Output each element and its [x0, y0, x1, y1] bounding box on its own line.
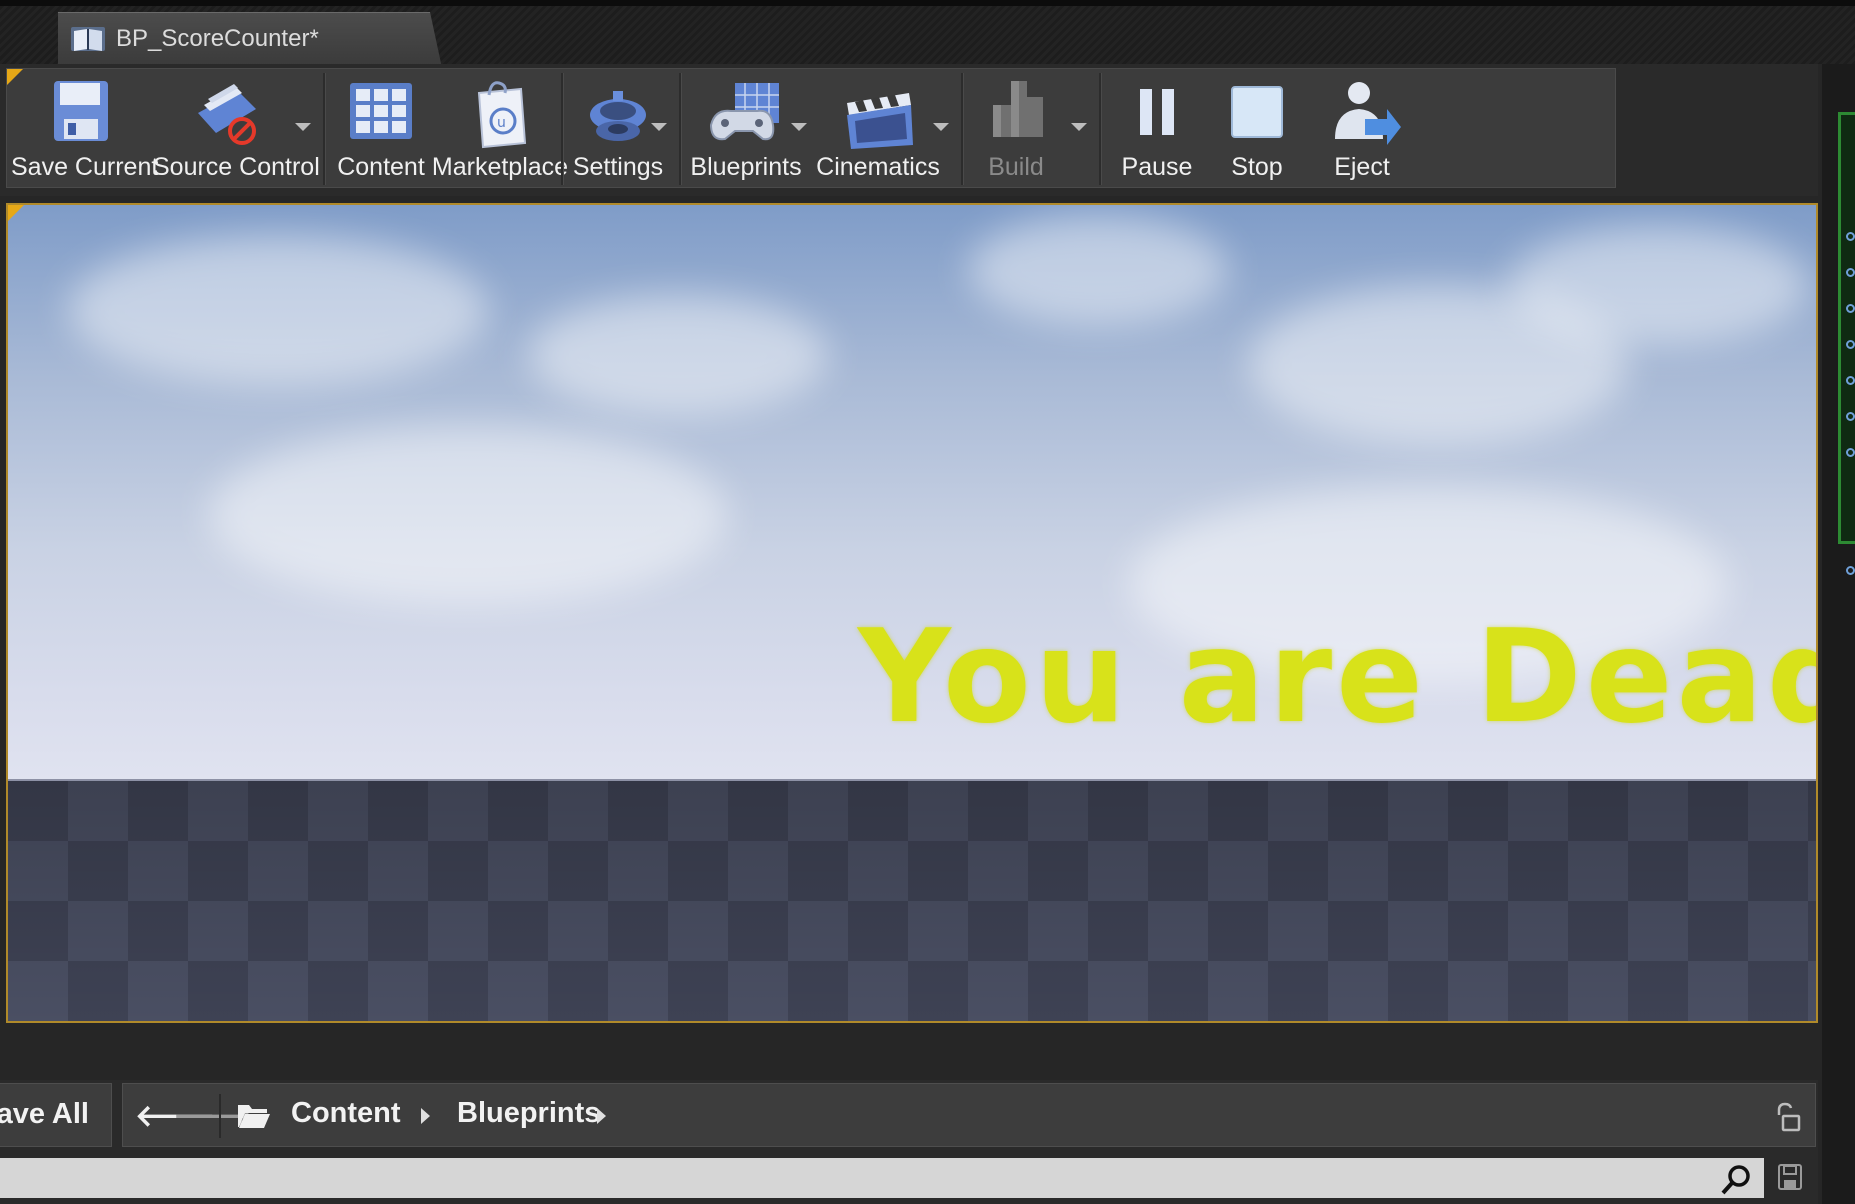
content-label: Content	[337, 153, 425, 181]
pause-icon	[1140, 89, 1174, 135]
cinematics-dropdown-arrow[interactable]	[933, 123, 949, 131]
checkered-ground	[8, 781, 1816, 1021]
save-current-button[interactable]: Save Current	[11, 69, 159, 187]
cloud	[68, 235, 488, 385]
save-search-icon[interactable]	[1776, 1162, 1804, 1192]
toolbar-separator	[323, 73, 326, 185]
source-control-icon	[198, 84, 256, 145]
blueprints-gamepad-icon	[709, 83, 779, 141]
marketplace-label: Marketplace	[431, 153, 569, 181]
document-tab-title: BP_ScoreCounter*	[116, 25, 319, 52]
settings-label: Settings	[572, 153, 664, 181]
breadcrumb-arrow[interactable]	[597, 1108, 606, 1124]
source-control-label: Source Control	[153, 153, 320, 181]
cinematics-button[interactable]: Cinematics	[815, 69, 941, 187]
toolbar-separator	[961, 73, 964, 185]
visibility-eye-icon[interactable]	[1846, 376, 1855, 385]
toolbar-separator	[1099, 73, 1102, 185]
stop-button[interactable]: Stop	[1207, 69, 1307, 187]
visibility-eye-icon[interactable]	[1846, 448, 1855, 457]
source-control-dropdown-arrow[interactable]	[295, 123, 311, 131]
cloud	[968, 215, 1228, 325]
document-tab-strip: BP_ScoreCounter* ×	[0, 0, 1855, 68]
eject-label: Eject	[1334, 153, 1390, 181]
blueprints-label: Blueprints	[690, 153, 802, 181]
build-blocks-icon	[993, 81, 1043, 137]
close-tab-icon[interactable]: ×	[458, 43, 471, 62]
content-button[interactable]: Content	[331, 69, 431, 187]
visibility-eye-icon[interactable]	[1846, 268, 1855, 277]
build-label: Build	[988, 153, 1044, 181]
content-grid-icon	[350, 83, 412, 139]
visibility-eye-icon[interactable]	[1846, 304, 1855, 313]
path-navigation: 🡐 🡒 Content Blueprints	[122, 1083, 1816, 1147]
marketplace-button[interactable]: u Marketplace	[431, 69, 569, 187]
save-all-button[interactable]: ave All	[0, 1083, 112, 1147]
clapperboard-icon	[847, 93, 913, 149]
search-input[interactable]	[0, 1158, 1764, 1198]
visibility-eye-icon[interactable]	[1846, 566, 1855, 575]
game-viewport[interactable]: You are Dead!	[6, 203, 1818, 1023]
cloud	[528, 295, 828, 415]
settings-dropdown-arrow[interactable]	[651, 123, 667, 131]
cloud	[208, 425, 728, 605]
stop-icon	[1231, 86, 1283, 138]
source-control-button[interactable]: Source Control	[153, 69, 320, 187]
toolbar-separator	[561, 73, 564, 185]
visibility-eye-icon[interactable]	[1846, 340, 1855, 349]
breadcrumb-blueprints[interactable]: Blueprints	[457, 1097, 600, 1130]
blueprints-button[interactable]: Blueprints	[687, 69, 805, 187]
document-tab[interactable]: BP_ScoreCounter* ×	[58, 12, 442, 68]
blueprints-dropdown-arrow[interactable]	[791, 123, 807, 131]
save-all-label: ave All	[0, 1098, 89, 1130]
content-search-row	[0, 1150, 1818, 1204]
search-icon[interactable]	[1720, 1164, 1752, 1196]
right-panel-green-frame	[1838, 112, 1855, 544]
build-button[interactable]: Build	[969, 69, 1063, 187]
pause-button[interactable]: Pause	[1107, 69, 1207, 187]
visibility-eye-icon[interactable]	[1846, 412, 1855, 421]
stop-label: Stop	[1231, 153, 1283, 181]
marketplace-bag-icon: u	[477, 81, 527, 149]
cinematics-label: Cinematics	[816, 153, 940, 181]
nav-separator	[219, 1094, 221, 1138]
unreal-editor-window: BP_ScoreCounter* × Save Current Source C…	[0, 0, 1855, 1204]
death-message: You are Dead!	[858, 603, 1816, 752]
content-browser-path-bar: ave All 🡐 🡒 Content Blueprints	[0, 1080, 1818, 1150]
viewport-corner-mark	[8, 205, 24, 221]
eject-person-icon	[1335, 82, 1401, 145]
folder-open-icon	[238, 1105, 270, 1128]
build-dropdown-arrow[interactable]	[1071, 123, 1087, 131]
toolbar-area: Save Current Source Control Content u Ma…	[0, 64, 1818, 196]
eject-button[interactable]: Eject	[1307, 69, 1417, 187]
floppy-disk-icon	[54, 81, 108, 141]
toolbar-separator	[679, 73, 682, 185]
svg-text:u: u	[497, 115, 506, 131]
visibility-eye-icon[interactable]	[1846, 232, 1855, 241]
lock-icon[interactable]	[1775, 1102, 1801, 1132]
cloud	[1508, 225, 1808, 345]
breadcrumb-content[interactable]: Content	[291, 1097, 401, 1130]
breadcrumb-arrow[interactable]	[421, 1108, 430, 1124]
gear-icon	[590, 91, 646, 141]
blueprint-book-icon	[71, 27, 105, 51]
main-toolbar: Save Current Source Control Content u Ma…	[6, 68, 1616, 188]
save-current-label: Save Current	[11, 153, 159, 181]
pause-label: Pause	[1121, 153, 1193, 181]
